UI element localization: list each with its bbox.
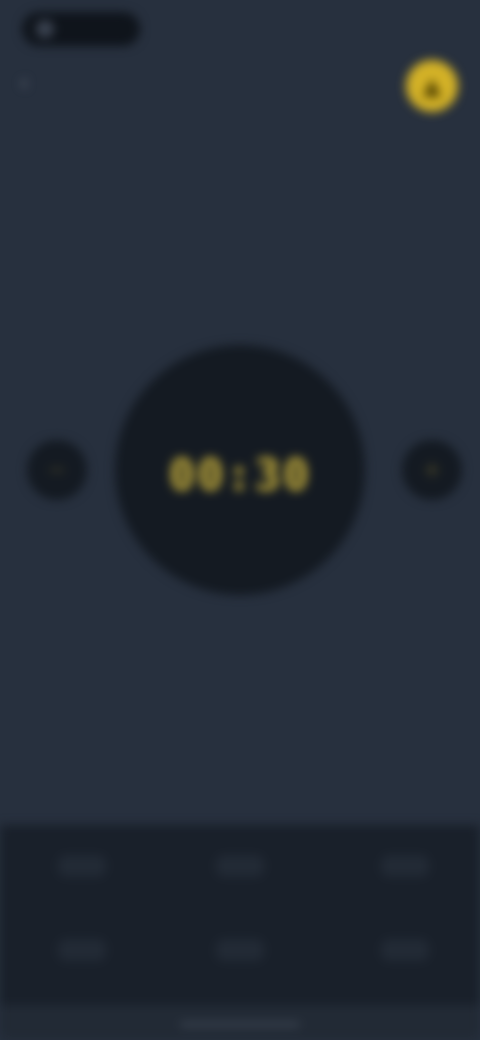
option-cell[interactable]: [180, 841, 300, 891]
header: ‹ ▲: [0, 58, 480, 118]
bottom-panel: [0, 825, 480, 1005]
header-action-button[interactable]: ▲: [406, 60, 458, 112]
option-cell-box: [58, 855, 106, 877]
option-cell-box: [216, 939, 264, 961]
status-bar: [0, 0, 480, 58]
bell-icon: ▲: [422, 72, 442, 100]
option-cell-box: [381, 939, 429, 961]
plus-icon: +: [422, 457, 442, 483]
option-cell[interactable]: [180, 925, 300, 975]
decrease-button[interactable]: −: [27, 440, 87, 500]
option-cell-box: [58, 939, 106, 961]
option-cell[interactable]: [22, 841, 142, 891]
option-cell[interactable]: [345, 841, 465, 891]
status-pill: [22, 12, 140, 46]
dial-value: 00:30: [168, 449, 312, 501]
home-indicator[interactable]: [180, 1022, 300, 1027]
option-cell-box: [381, 855, 429, 877]
timer-dial[interactable]: 00:30: [115, 345, 365, 595]
screen: ‹ ▲ − 00:30 +: [0, 0, 480, 1040]
option-grid: [0, 825, 480, 1005]
option-cell[interactable]: [345, 925, 465, 975]
increase-button[interactable]: +: [402, 440, 462, 500]
minus-icon: −: [47, 457, 67, 483]
option-cell[interactable]: [22, 925, 142, 975]
option-cell-box: [216, 855, 264, 877]
chevron-left-icon[interactable]: ‹: [10, 70, 38, 98]
camera-dot-icon: [36, 20, 54, 38]
